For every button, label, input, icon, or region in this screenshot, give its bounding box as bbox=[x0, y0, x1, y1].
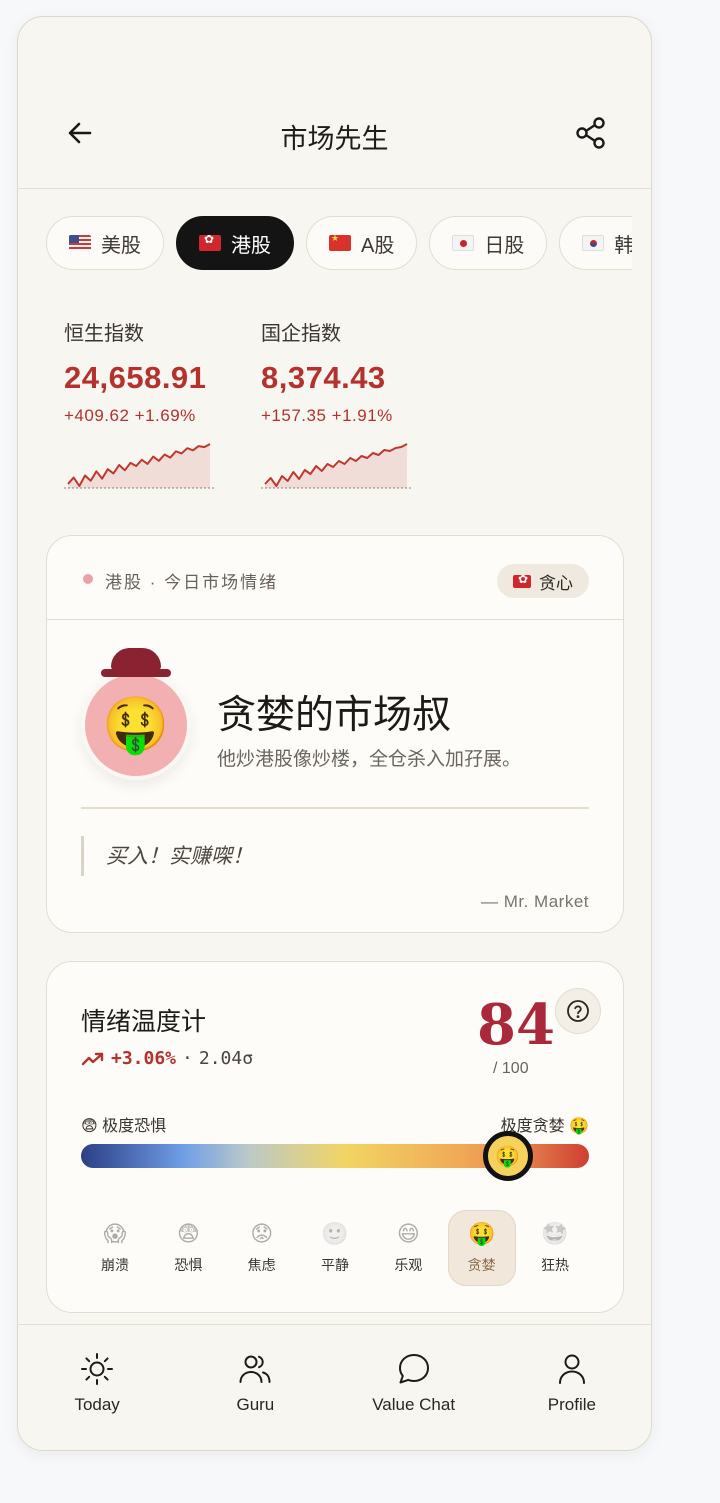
divider bbox=[81, 807, 589, 809]
nav-guru[interactable]: Guru bbox=[185, 1351, 325, 1415]
index-hscei[interactable]: 国企指数 8,374.43 +157.35 +1.91% bbox=[261, 317, 441, 490]
scream-face-icon: 😱 bbox=[103, 1221, 127, 1246]
level-label: 崩溃 bbox=[101, 1257, 129, 1273]
trend-up-icon bbox=[81, 1052, 104, 1065]
tab-us-stocks[interactable]: 美股 bbox=[46, 216, 164, 270]
tab-label: 美股 bbox=[101, 234, 141, 257]
share-icon bbox=[576, 117, 605, 149]
index-name: 国企指数 bbox=[261, 323, 341, 345]
status-dot bbox=[83, 574, 93, 584]
bottom-navigation: Today Guru Value Chat Profile bbox=[18, 1324, 651, 1450]
mood-title: 贪婪的市场叔 bbox=[217, 693, 452, 738]
gauge-title: 情绪温度计 bbox=[81, 1007, 207, 1036]
hat-brim bbox=[101, 669, 171, 677]
user-icon bbox=[558, 1354, 585, 1384]
nav-today[interactable]: Today bbox=[27, 1351, 167, 1415]
market-tabs: 美股 港股 A股 日股 韩 bbox=[46, 216, 632, 272]
jp-flag-icon bbox=[452, 235, 475, 251]
money-face-icon: 🤑 bbox=[102, 694, 170, 755]
sentiment-score: 84 bbox=[477, 992, 555, 1058]
level-label: 乐观 bbox=[394, 1257, 423, 1273]
scale-min-label: 😨 极度恐惧 bbox=[81, 1118, 167, 1135]
index-hang-seng[interactable]: 恒生指数 24,658.91 +409.62 +1.69% bbox=[64, 317, 244, 490]
tab-a-shares[interactable]: A股 bbox=[306, 216, 418, 270]
money-face-icon: 🤑 bbox=[467, 1221, 496, 1246]
mood-badge-label: 贪心 bbox=[539, 573, 573, 593]
nav-profile[interactable]: Profile bbox=[502, 1351, 642, 1415]
level-label: 焦虑 bbox=[247, 1257, 276, 1273]
level-collapse[interactable]: 😱 崩溃 bbox=[81, 1210, 149, 1286]
mood-card-header: 港股 · 今日市场情绪 贪心 bbox=[47, 536, 623, 620]
question-icon bbox=[567, 1000, 589, 1022]
hat-icon bbox=[111, 648, 161, 670]
nav-label: Value Chat bbox=[372, 1395, 456, 1414]
sparkline-chart bbox=[261, 443, 411, 489]
grin-face-icon: 😄 bbox=[396, 1221, 420, 1246]
share-button[interactable] bbox=[573, 115, 609, 151]
tab-label: 日股 bbox=[484, 234, 525, 257]
sigma-value: 2.04σ bbox=[198, 1048, 254, 1069]
market-mood-card: 港股 · 今日市场情绪 贪心 🤑 贪婪的市场叔 他炒港股像炒楼，全仓杀入加孖展。… bbox=[46, 535, 624, 933]
cn-flag-icon bbox=[329, 235, 351, 251]
smile-face-icon: 🙂 bbox=[321, 1221, 349, 1246]
money-face-icon: 🤑 bbox=[495, 1145, 521, 1168]
tab-hk-stocks[interactable]: 港股 bbox=[176, 216, 294, 270]
tab-jp-stocks[interactable]: 日股 bbox=[429, 216, 548, 270]
help-button[interactable] bbox=[555, 988, 601, 1034]
mood-label: 港股 · 今日市场情绪 bbox=[105, 573, 279, 592]
index-name: 恒生指数 bbox=[64, 323, 144, 345]
quote-author: — Mr. Market bbox=[480, 892, 589, 911]
tab-label: A股 bbox=[361, 234, 395, 257]
level-label: 贪婪 bbox=[467, 1257, 496, 1273]
index-value: 24,658.91 bbox=[64, 360, 207, 395]
top-bar: 市场先生 bbox=[18, 17, 651, 189]
nav-value-chat[interactable]: Value Chat bbox=[344, 1351, 484, 1415]
index-value: 8,374.43 bbox=[261, 360, 386, 395]
kr-flag-icon bbox=[582, 235, 605, 251]
star-struck-icon: 🤩 bbox=[541, 1221, 569, 1246]
sentiment-levels: 😱 崩溃 😨 恐惧 😟 焦虑 🙂 平静 😄 乐观 🤑 贪婪 🤩 狂热 bbox=[81, 1210, 589, 1286]
level-fear[interactable]: 😨 恐惧 bbox=[154, 1210, 222, 1286]
hk-flag-icon bbox=[199, 235, 221, 251]
level-label: 平静 bbox=[320, 1257, 349, 1273]
sun-icon bbox=[81, 1353, 114, 1385]
tab-kr-stocks[interactable]: 韩 bbox=[559, 216, 632, 270]
level-optimism[interactable]: 😄 乐观 bbox=[374, 1210, 442, 1286]
hk-flag-icon bbox=[513, 574, 531, 588]
us-flag-icon bbox=[69, 235, 91, 251]
users-icon bbox=[239, 1355, 271, 1383]
separator: · bbox=[182, 1048, 193, 1069]
level-anxiety[interactable]: 😟 焦虑 bbox=[228, 1210, 296, 1286]
mr-market-quote: 买入！实赚㗎！ bbox=[81, 836, 253, 876]
avatar-circle: 🤑 bbox=[81, 670, 191, 780]
page-title: 市场先生 bbox=[280, 124, 389, 155]
nav-label: Guru bbox=[236, 1395, 275, 1414]
sentiment-thermometer-card: 情绪温度计 +3.06% · 2.04σ 84 / 100 😨 极度恐惧 极度贪… bbox=[46, 961, 624, 1313]
level-euphoria[interactable]: 🤩 狂热 bbox=[521, 1210, 589, 1286]
level-greed[interactable]: 🤑 贪婪 bbox=[447, 1210, 516, 1286]
level-label: 恐惧 bbox=[174, 1257, 203, 1273]
worried-face-icon: 😟 bbox=[250, 1221, 274, 1246]
score-max: / 100 bbox=[493, 1060, 529, 1077]
chat-bubble-icon bbox=[398, 1354, 429, 1384]
sparkline-area bbox=[68, 444, 210, 488]
nav-label: Today bbox=[74, 1395, 120, 1414]
level-label: 狂热 bbox=[540, 1257, 569, 1273]
sparkline-chart bbox=[64, 443, 214, 489]
nav-label: Profile bbox=[547, 1395, 596, 1414]
mr-market-avatar: 🤑 bbox=[81, 648, 193, 780]
level-calm[interactable]: 🙂 平静 bbox=[301, 1210, 369, 1286]
tab-label: 港股 bbox=[231, 234, 271, 257]
mood-badge: 贪心 bbox=[497, 564, 589, 598]
gauge-change: +3.06% · 2.04σ bbox=[81, 1048, 253, 1069]
gauge-slider-handle[interactable]: 🤑 bbox=[482, 1131, 533, 1181]
index-change: +409.62 +1.69% bbox=[64, 406, 196, 425]
change-percent: +3.06% bbox=[111, 1048, 177, 1069]
mood-subtitle: 他炒港股像炒楼，全仓杀入加孖展。 bbox=[217, 749, 522, 770]
index-change: +157.35 +1.91% bbox=[261, 406, 393, 425]
tab-label: 韩 bbox=[614, 229, 632, 258]
app-window: 市场先生 美股 港股 A股 日股 韩 恒生指数 24,658.91 +409.6… bbox=[17, 16, 652, 1451]
fearful-face-icon: 😨 bbox=[176, 1221, 200, 1246]
